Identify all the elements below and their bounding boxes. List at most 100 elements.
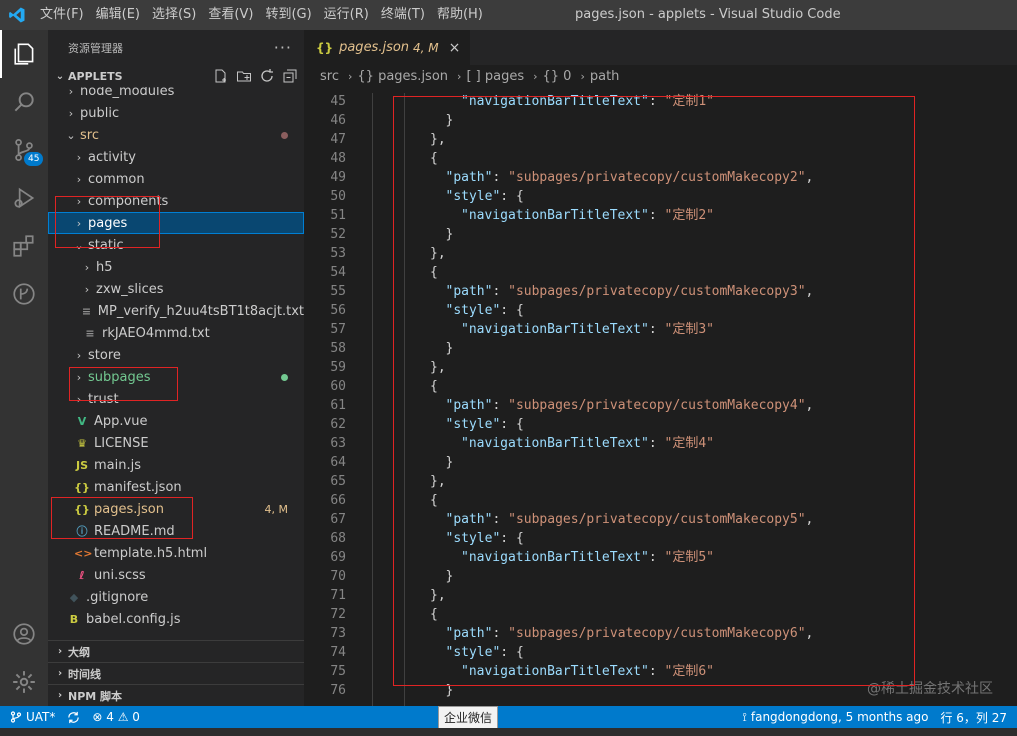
menu-item[interactable]: 运行(R) [318,0,375,30]
chevron-right-icon: › [76,172,82,186]
new-folder-icon[interactable] [236,68,252,84]
tree-item[interactable]: › store [48,344,304,366]
chevron-right-icon: › [84,282,90,296]
activity-bar: 45 [0,30,48,706]
breadcrumb-item[interactable]: {} pages.json [357,69,448,84]
menu-item[interactable]: 查看(V) [202,0,259,30]
json-key: "path" [445,398,493,413]
taskbar-tooltip: 企业微信 [438,706,499,729]
code-text: } [446,453,454,472]
account-icon[interactable] [0,610,48,658]
file-type-icon: V [77,414,87,428]
code-text: }, [430,358,446,377]
more-actions-icon[interactable]: ··· [274,38,292,57]
tree-item[interactable]: › components [48,190,304,212]
code-view[interactable]: 45 "navigationBarTitleText": "定制1" 46} 47},… [304,93,1017,706]
tree-item[interactable]: Bbabel.config.js [48,608,304,630]
menu-item[interactable]: 帮助(H) [431,0,489,30]
vscode-logo-icon[interactable] [0,0,34,30]
menu-item[interactable]: 选择(S) [146,0,202,30]
tree-item[interactable]: ≡ MP_verify_h2uu4tsBT1t8acjt.txt [48,300,304,322]
explorer-icon[interactable] [0,30,48,78]
problems-status[interactable]: ⊗ 4 ⚠ 0 [86,710,146,724]
search-icon[interactable] [0,78,48,126]
json-punctuation: { [430,607,438,622]
collapse-all-icon[interactable] [282,68,298,84]
breadcrumb-item[interactable]: {} 0 [543,69,572,84]
timeline-section[interactable]: › 时间线 [48,662,304,684]
tree-item[interactable]: › common [48,168,304,190]
title-bar: 文件(F) 编辑(E) 选择(S) 查看(V) 转到(G) 运行(R) 终端(T) 帮助(H)… [0,0,1017,30]
npm-scripts-section[interactable]: › NPM 脚本 [48,684,304,706]
tree-item[interactable]: › zxw_slices [48,278,304,300]
tree-item[interactable]: › public [48,102,304,124]
json-punctuation: : [648,664,665,679]
tree-item[interactable]: › h5 [48,256,304,278]
tree-item[interactable]: {} pages.json 4, M [48,498,304,520]
tree-item-label: subpages [88,369,151,385]
git-blame-status[interactable]: ⟟ fangdongdong, 5 months ago [736,709,934,726]
tree-item[interactable]: ≡ rkJAEO4mmd.txt [48,322,304,344]
json-punctuation: } [445,113,454,128]
source-control-icon[interactable]: 45 [0,126,48,174]
code-line: 56 "style": { [304,301,1017,320]
cursor-position[interactable]: 行 6，列 27 [934,709,1013,726]
menu-item[interactable]: 转到(G) [259,0,317,30]
menu-item[interactable]: 文件(F) [34,0,90,30]
json-punctuation: { [430,151,438,166]
tab-label: pages.json [339,40,410,55]
tree-item-label: activity [88,149,136,165]
chevron-right-icon: › [533,69,538,83]
run-debug-icon[interactable] [0,174,48,222]
outline-label: 大纲 [68,645,90,659]
git-graph-icon[interactable] [0,270,48,318]
menu-item[interactable]: 编辑(E) [90,0,146,30]
code-line: 45 "navigationBarTitleText": "定制1" [304,92,1017,111]
tree-item[interactable]: › pages [48,212,304,234]
breadcrumb-item[interactable]: path [590,69,620,84]
json-key: "path" [445,512,493,527]
tree-item[interactable]: ⓘ README.md [48,520,304,542]
tree-item[interactable]: › activity [48,146,304,168]
breadcrumb: src › {} pages.json › [ ] pages › {} 0 › path [304,65,1017,87]
tree-item[interactable]: JS main.js [48,454,304,476]
tree-item-label: components [88,193,169,209]
sync-icon[interactable] [61,711,86,724]
tab-pages-json[interactable]: {} pages.json 4, M × [304,30,471,65]
extensions-icon[interactable] [0,222,48,270]
refresh-icon[interactable] [259,68,275,84]
tree-item[interactable]: ◆ .gitignore [48,586,304,608]
tree-item-label: main.js [94,457,141,473]
branch-status[interactable]: UAT* [0,710,61,724]
tree-item-label: public [80,105,120,121]
breadcrumb-item[interactable]: src [320,69,339,84]
new-file-icon[interactable] [213,68,229,84]
code-text: { [430,377,438,396]
tree-item[interactable]: › trust [48,388,304,410]
git-status-badge: 4, M [264,502,288,516]
file-type-icon: ⓘ [76,525,88,538]
menu-item[interactable]: 终端(T) [375,0,431,30]
code-line: 73 "path": "subpages/privatecopy/customMa… [304,624,1017,643]
tree-item[interactable]: V App.vue [48,410,304,432]
project-section-header[interactable]: ⌄ APPLETS [48,65,304,87]
close-icon[interactable]: × [449,40,461,56]
tree-item[interactable]: {} manifest.json [48,476,304,498]
tree-item[interactable]: <> template.h5.html [48,542,304,564]
outline-section[interactable]: › 大纲 [48,640,304,662]
tree-item-label: MP_verify_h2uu4tsBT1t8acjt.txt [97,303,304,319]
code-line: 69 "navigationBarTitleText": "定制5" [304,548,1017,567]
tree-item[interactable]: ℓ uni.scss [48,564,304,586]
breadcrumb-item[interactable]: [ ] pages [466,69,524,84]
tree-item[interactable]: › node_modules [48,87,304,102]
settings-gear-icon[interactable] [0,658,48,706]
code-text: { [430,605,438,624]
json-key: "navigationBarTitleText" [461,322,649,337]
tree-item[interactable]: ⌄ static [48,234,304,256]
json-punctuation: , [805,284,814,299]
tree-item[interactable]: ♛ LICENSE [48,432,304,454]
tree-item[interactable]: › subpages [48,366,304,388]
tree-item[interactable]: ⌄ src [48,124,304,146]
code-line: 61 "path": "subpages/privatecopy/customMa… [304,396,1017,415]
code-text: "navigationBarTitleText": "定制3" [461,320,714,339]
